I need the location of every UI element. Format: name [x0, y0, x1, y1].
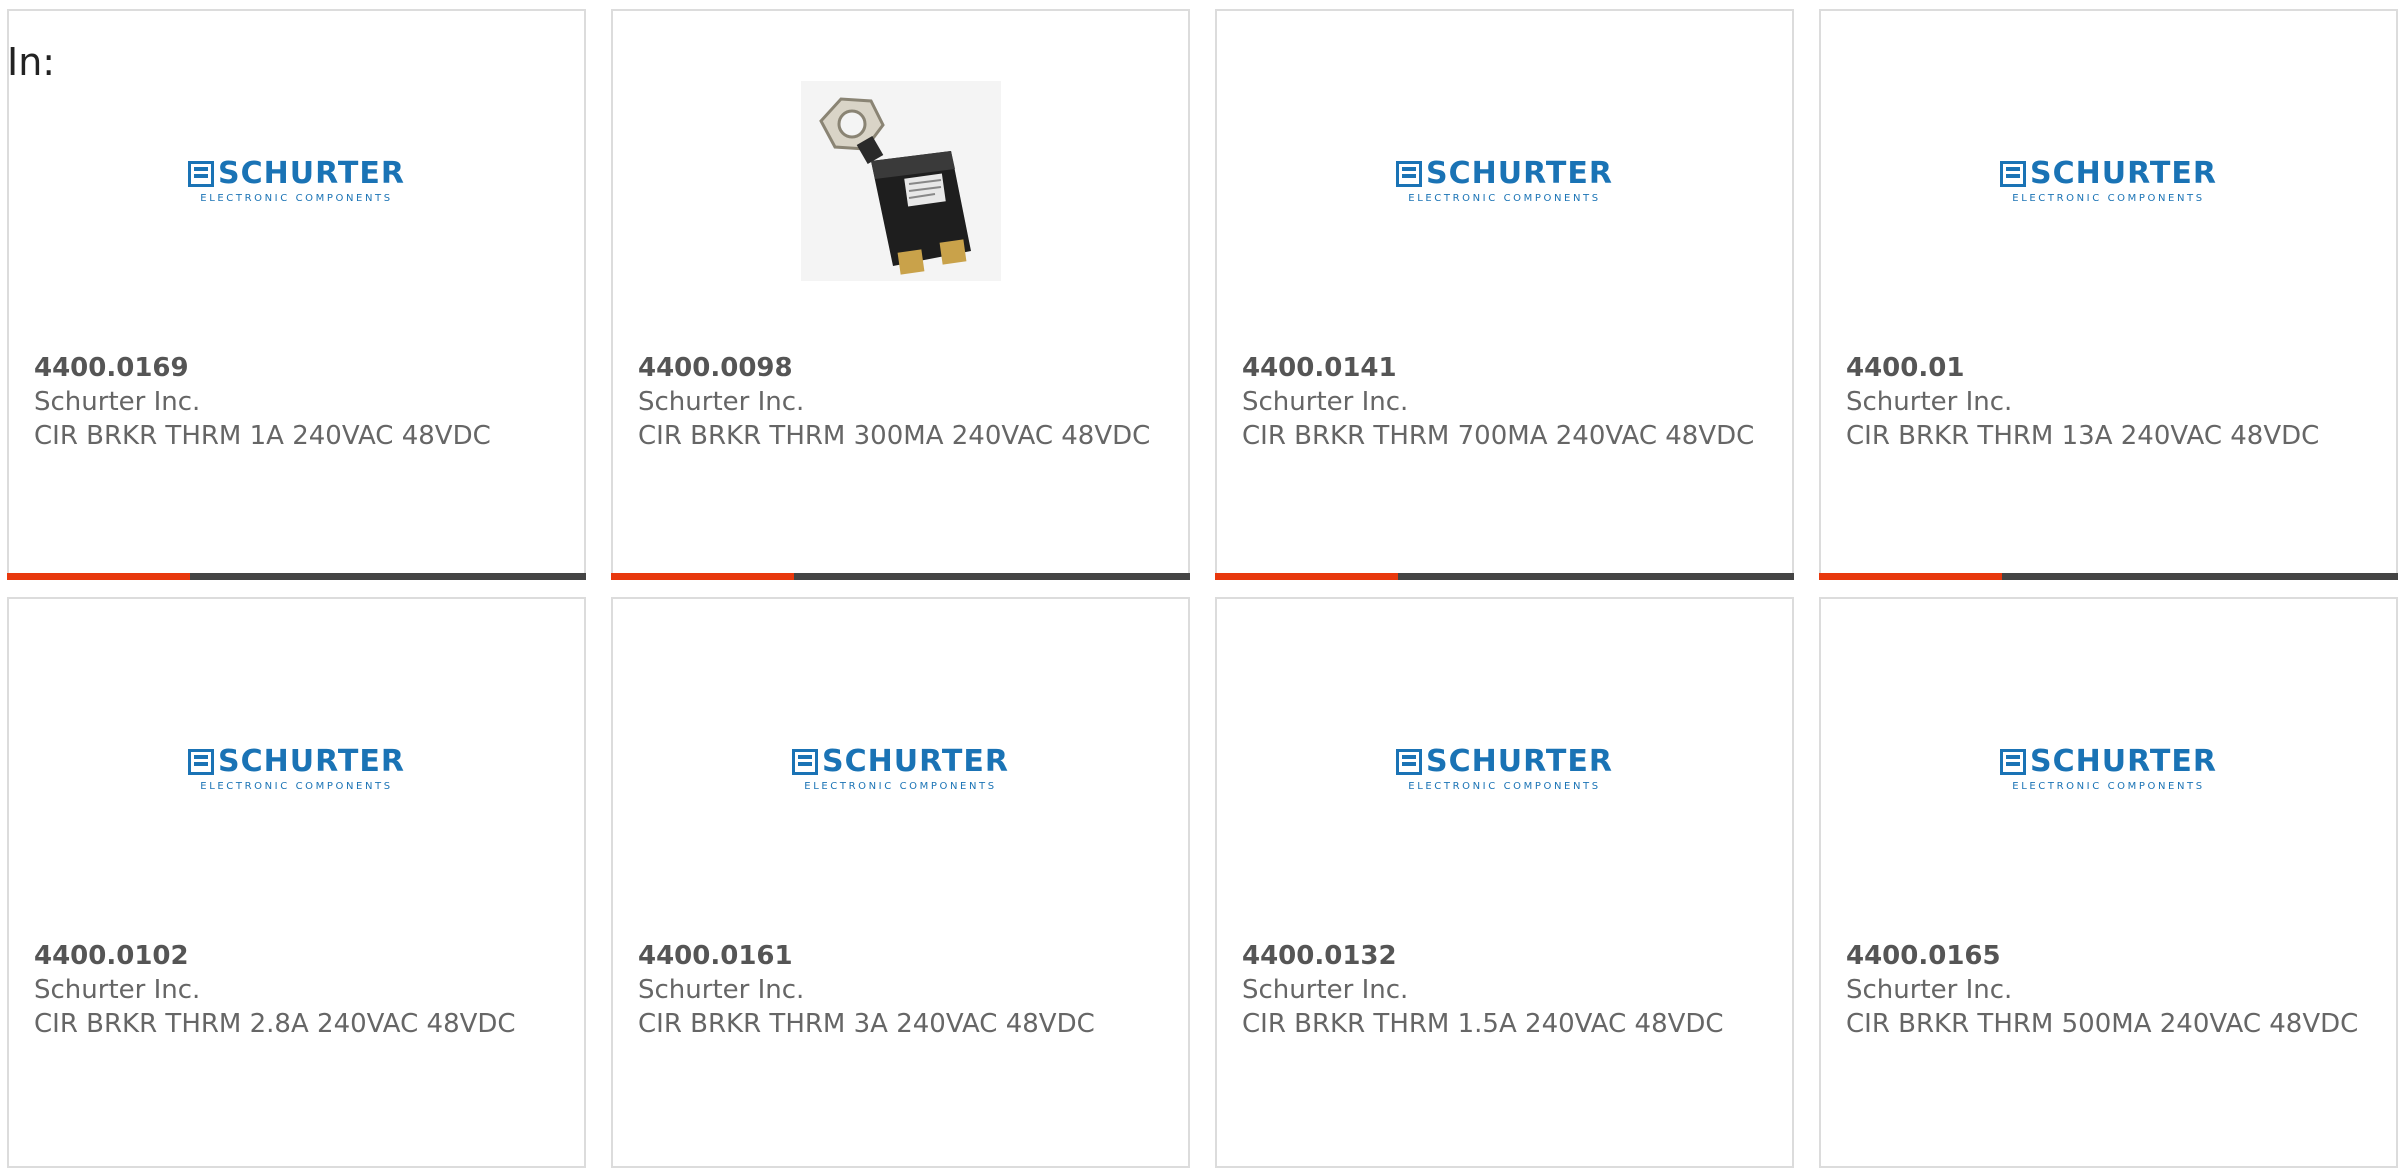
logo-tagline: ELECTRONIC COMPONENTS	[200, 780, 393, 792]
card-accent	[1819, 573, 2002, 580]
product-card[interactable]: SCHURTER ELECTRONIC COMPONENTS 4400.0165…	[1819, 597, 2398, 1168]
logo-wordmark: SCHURTER	[1426, 155, 1613, 191]
product-info: 4400.0102 Schurter Inc. CIR BRKR THRM 2.…	[34, 939, 559, 1041]
part-number[interactable]: 4400.0165	[1846, 939, 2371, 973]
product-info: 4400.0161 Schurter Inc. CIR BRKR THRM 3A…	[638, 939, 1163, 1041]
schurter-logo: SCHURTER ELECTRONIC COMPONENTS	[188, 155, 405, 204]
product-image[interactable]: SCHURTER ELECTRONIC COMPONENTS	[1821, 11, 2396, 351]
card-bottom-bar	[1819, 573, 2398, 580]
card-bottom-bar	[7, 573, 586, 580]
product-card[interactable]: SCHURTER ELECTRONIC COMPONENTS 4400.0141…	[1215, 9, 1794, 580]
card-accent	[611, 573, 794, 580]
manufacturer: Schurter Inc.	[1242, 975, 1409, 1005]
logo-wordmark: SCHURTER	[1426, 743, 1613, 779]
product-image[interactable]: SCHURTER ELECTRONIC COMPONENTS	[1821, 599, 2396, 939]
logo-wordmark: SCHURTER	[218, 155, 405, 191]
product-info: 4400.0141 Schurter Inc. CIR BRKR THRM 70…	[1242, 351, 1767, 453]
product-image[interactable]: SCHURTER ELECTRONIC COMPONENTS	[9, 599, 584, 939]
product-info: 4400.0169 Schurter Inc. CIR BRKR THRM 1A…	[34, 351, 559, 453]
logo-tagline: ELECTRONIC COMPONENTS	[1408, 192, 1601, 204]
product-info: 4400.0165 Schurter Inc. CIR BRKR THRM 50…	[1846, 939, 2371, 1041]
in-label: In:	[7, 40, 56, 84]
schurter-logo: SCHURTER ELECTRONIC COMPONENTS	[1396, 743, 1613, 792]
product-description: CIR BRKR THRM 1A 240VAC 48VDC	[34, 421, 491, 451]
logo-tagline: ELECTRONIC COMPONENTS	[804, 780, 997, 792]
product-description: CIR BRKR THRM 2.8A 240VAC 48VDC	[34, 1009, 516, 1039]
product-card[interactable]: SCHURTER ELECTRONIC COMPONENTS 4400.0161…	[611, 597, 1190, 1168]
logo-wordmark: SCHURTER	[2030, 743, 2217, 779]
product-card[interactable]: SCHURTER ELECTRONIC COMPONENTS 4400.0169…	[7, 9, 586, 580]
logo-wordmark: SCHURTER	[822, 743, 1009, 779]
product-info: 4400.0132 Schurter Inc. CIR BRKR THRM 1.…	[1242, 939, 1767, 1041]
schurter-mark-icon	[1396, 748, 1423, 775]
manufacturer: Schurter Inc.	[1846, 387, 2013, 417]
schurter-mark-icon	[792, 748, 819, 775]
product-card[interactable]: SCHURTER ELECTRONIC COMPONENTS 4400.01 S…	[1819, 9, 2398, 580]
product-description: CIR BRKR THRM 3A 240VAC 48VDC	[638, 1009, 1095, 1039]
logo-tagline: ELECTRONIC COMPONENTS	[1408, 780, 1601, 792]
schurter-logo: SCHURTER ELECTRONIC COMPONENTS	[2000, 743, 2217, 792]
schurter-mark-icon	[2000, 160, 2027, 187]
product-info: 4400.01 Schurter Inc. CIR BRKR THRM 13A …	[1846, 351, 2371, 453]
product-image[interactable]: SCHURTER ELECTRONIC COMPONENTS	[1217, 599, 1792, 939]
part-number[interactable]: 4400.0161	[638, 939, 1163, 973]
product-info: 4400.0098 Schurter Inc. CIR BRKR THRM 30…	[638, 351, 1163, 453]
part-number[interactable]: 4400.0169	[34, 351, 559, 385]
card-accent	[7, 573, 190, 580]
part-number[interactable]: 4400.0141	[1242, 351, 1767, 385]
logo-wordmark: SCHURTER	[2030, 155, 2217, 191]
card-bottom-bar	[611, 573, 1190, 580]
schurter-mark-icon	[188, 748, 215, 775]
logo-tagline: ELECTRONIC COMPONENTS	[2012, 192, 2205, 204]
logo-tagline: ELECTRONIC COMPONENTS	[200, 192, 393, 204]
product-card[interactable]: SCHURTER ELECTRONIC COMPONENTS 4400.0132…	[1215, 597, 1794, 1168]
manufacturer: Schurter Inc.	[1242, 387, 1409, 417]
schurter-mark-icon	[1396, 160, 1423, 187]
manufacturer: Schurter Inc.	[638, 975, 805, 1005]
logo-wordmark: SCHURTER	[218, 743, 405, 779]
product-description: CIR BRKR THRM 1.5A 240VAC 48VDC	[1242, 1009, 1724, 1039]
schurter-mark-icon	[2000, 748, 2027, 775]
part-number[interactable]: 4400.01	[1846, 351, 2371, 385]
product-card[interactable]: 4400.0098 Schurter Inc. CIR BRKR THRM 30…	[611, 9, 1190, 580]
part-number[interactable]: 4400.0098	[638, 351, 1163, 385]
manufacturer: Schurter Inc.	[1846, 975, 2013, 1005]
schurter-logo: SCHURTER ELECTRONIC COMPONENTS	[1396, 155, 1613, 204]
manufacturer: Schurter Inc.	[34, 975, 201, 1005]
logo-tagline: ELECTRONIC COMPONENTS	[2012, 780, 2205, 792]
circuit-breaker-photo	[800, 81, 1001, 281]
product-description: CIR BRKR THRM 500MA 240VAC 48VDC	[1846, 1009, 2359, 1039]
schurter-mark-icon	[188, 160, 215, 187]
product-description: CIR BRKR THRM 13A 240VAC 48VDC	[1846, 421, 2320, 451]
product-image[interactable]	[613, 11, 1188, 351]
schurter-logo: SCHURTER ELECTRONIC COMPONENTS	[2000, 155, 2217, 204]
card-bottom-bar	[1215, 573, 1794, 580]
schurter-logo: SCHURTER ELECTRONIC COMPONENTS	[792, 743, 1009, 792]
manufacturer: Schurter Inc.	[34, 387, 201, 417]
product-image[interactable]: SCHURTER ELECTRONIC COMPONENTS	[9, 11, 584, 351]
product-grid: SCHURTER ELECTRONIC COMPONENTS 4400.0169…	[7, 9, 2398, 1168]
product-card[interactable]: SCHURTER ELECTRONIC COMPONENTS 4400.0102…	[7, 597, 586, 1168]
part-number[interactable]: 4400.0132	[1242, 939, 1767, 973]
product-description: CIR BRKR THRM 700MA 240VAC 48VDC	[1242, 421, 1755, 451]
product-image[interactable]: SCHURTER ELECTRONIC COMPONENTS	[613, 599, 1188, 939]
card-accent	[1215, 573, 1398, 580]
product-image[interactable]: SCHURTER ELECTRONIC COMPONENTS	[1217, 11, 1792, 351]
manufacturer: Schurter Inc.	[638, 387, 805, 417]
part-number[interactable]: 4400.0102	[34, 939, 559, 973]
product-description: CIR BRKR THRM 300MA 240VAC 48VDC	[638, 421, 1151, 451]
schurter-logo: SCHURTER ELECTRONIC COMPONENTS	[188, 743, 405, 792]
